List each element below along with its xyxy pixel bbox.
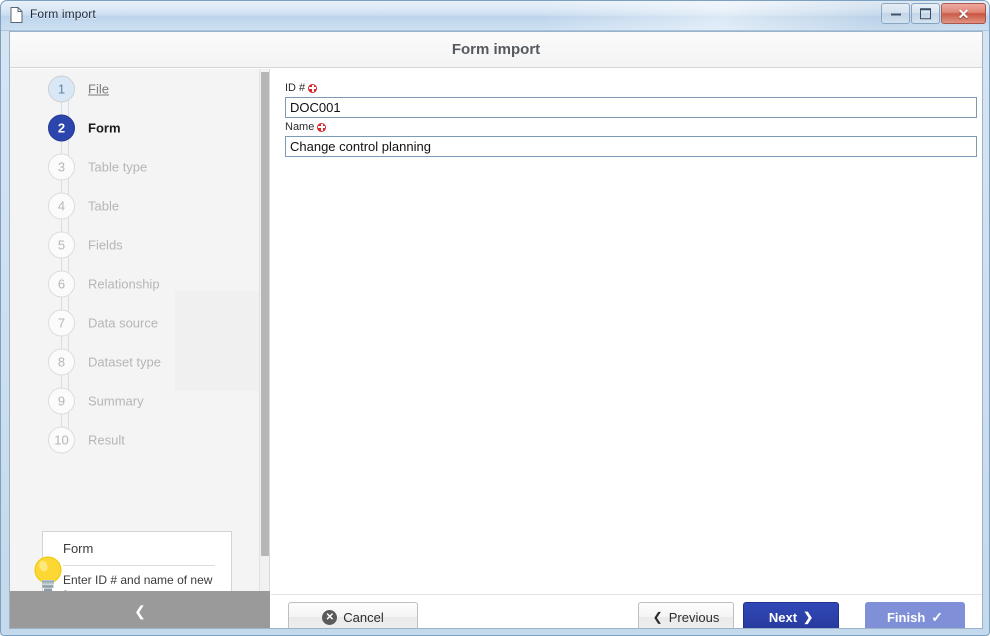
next-button[interactable]: Next ❯ (743, 602, 839, 628)
minimize-button[interactable] (881, 3, 910, 24)
field-id-label-text: ID # (285, 82, 306, 94)
page-title: Form import (451, 41, 541, 58)
step-number: 3 (48, 153, 75, 180)
step-number: 9 (48, 387, 75, 414)
sidebar-step-table[interactable]: 4 Table (10, 186, 262, 225)
document-icon (10, 7, 23, 23)
step-label: File (88, 81, 109, 96)
sidebar-step-result[interactable]: 10 Result (10, 420, 262, 459)
step-label: Result (88, 432, 125, 447)
sidebar-step-table-type[interactable]: 3 Table type (10, 147, 262, 186)
window-controls: ✕ (881, 3, 986, 25)
chevron-left-icon: ❮ (134, 602, 146, 619)
step-label: Relationship (88, 276, 160, 291)
window-title-text: Form import (30, 7, 96, 21)
field-id: ID # (285, 81, 977, 118)
application-window: Form import ✕ Form import 1 File 2 Form … (0, 0, 990, 636)
wizard-step-list: 1 File 2 Form 3 Table type 4 Table 5 Fie… (10, 69, 262, 459)
step-number: 4 (48, 192, 75, 219)
previous-button-label: Previous (668, 609, 720, 625)
tip-divider (63, 565, 215, 566)
sidebar-step-form[interactable]: 2 Form (10, 108, 262, 147)
close-button[interactable]: ✕ (941, 3, 986, 24)
name-input[interactable] (285, 136, 977, 157)
cancel-button-label: Cancel (343, 609, 384, 625)
main-content-panel: ID # Name (271, 69, 982, 628)
maximize-icon (912, 7, 939, 19)
step-number: 7 (48, 309, 75, 336)
step-label: Table type (88, 159, 148, 174)
previous-button[interactable]: ❮ Previous (638, 602, 734, 628)
step-number: 6 (48, 270, 75, 297)
sidebar-step-summary[interactable]: 9 Summary (10, 381, 262, 420)
chevron-left-icon: ❮ (652, 610, 663, 624)
step-label: Fields (88, 237, 123, 252)
client-area: Form import 1 File 2 Form 3 Table type 4… (9, 31, 983, 629)
required-indicator-icon (308, 83, 318, 93)
next-button-label: Next (768, 609, 798, 625)
finish-button-label: Finish (886, 609, 926, 625)
step-number: 2 (48, 114, 75, 141)
check-icon: ✓ (931, 609, 943, 625)
field-name: Name (285, 120, 977, 157)
id-input[interactable] (285, 97, 977, 118)
tip-title: Form (63, 541, 94, 556)
sidebar-scrollbar[interactable] (259, 69, 269, 620)
step-number: 5 (48, 231, 75, 258)
step-number: 8 (48, 348, 75, 375)
sidebar-step-relationship[interactable]: 6 Relationship (10, 264, 262, 303)
step-label: Table (88, 198, 120, 213)
step-label: Summary (88, 393, 144, 408)
dialog-footer: ✕ Cancel ❮ Previous Next ❯ Finish ✓ (271, 594, 982, 628)
maximize-button[interactable] (911, 3, 940, 24)
window-title-bar[interactable]: Form import ✕ (1, 1, 989, 31)
minimize-icon (882, 8, 909, 19)
step-label: Form (88, 120, 121, 135)
finish-button[interactable]: Finish ✓ (865, 602, 965, 628)
field-id-label: ID # (285, 81, 977, 95)
step-number: 10 (48, 426, 75, 453)
sidebar-collapse-button[interactable]: ❮ (10, 591, 270, 628)
chevron-right-icon: ❯ (803, 610, 814, 624)
close-circle-icon: ✕ (322, 609, 338, 625)
sidebar-step-dataset-type[interactable]: 8 Dataset type (10, 342, 262, 381)
lightbulb-icon (34, 556, 62, 592)
sidebar-step-data-source[interactable]: 7 Data source (10, 303, 262, 342)
sidebar-step-file[interactable]: 1 File (10, 69, 262, 108)
wizard-sidebar: 1 File 2 Form 3 Table type 4 Table 5 Fie… (10, 69, 270, 628)
dialog-header: Form import (10, 32, 982, 68)
step-label: Dataset type (88, 354, 161, 369)
required-indicator-icon (317, 122, 327, 132)
scrollbar-thumb[interactable] (261, 72, 269, 556)
sidebar-step-fields[interactable]: 5 Fields (10, 225, 262, 264)
step-label: Data source (88, 315, 159, 330)
cancel-button[interactable]: ✕ Cancel (288, 602, 418, 628)
field-name-label: Name (285, 120, 977, 134)
step-number: 1 (48, 75, 75, 102)
close-icon: ✕ (957, 5, 970, 22)
field-name-label-text: Name (285, 121, 315, 133)
